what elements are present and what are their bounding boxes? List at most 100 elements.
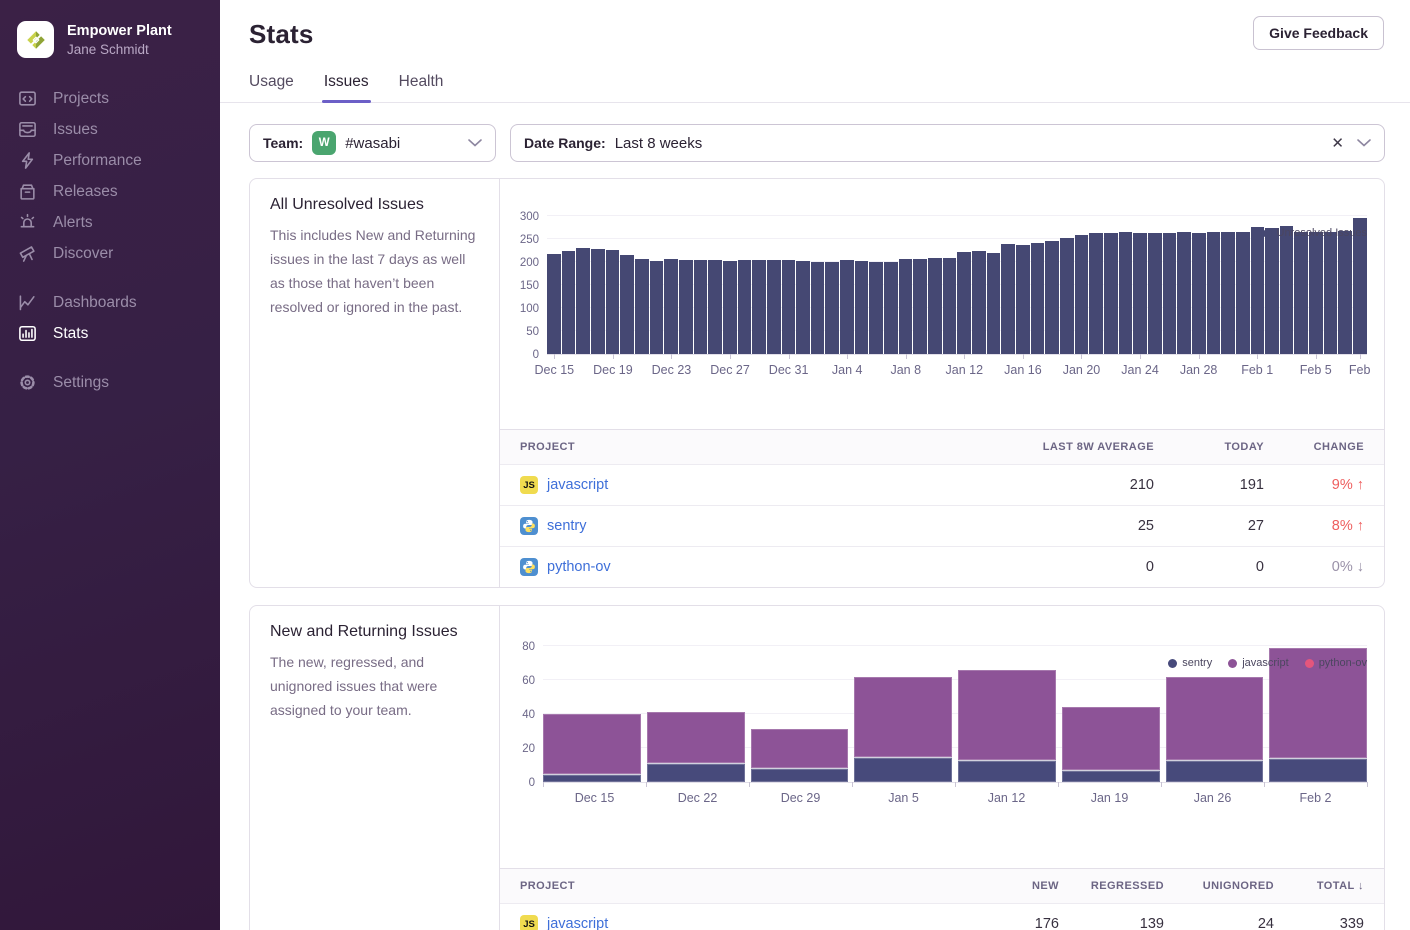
unresolved-issues-bar[interactable]	[913, 259, 927, 354]
unresolved-issues-bar[interactable]	[547, 254, 561, 354]
value-cell: 24	[1164, 916, 1274, 930]
unresolved-issues-bar[interactable]	[591, 249, 605, 354]
legend-item-python-ov[interactable]: python-ov	[1305, 657, 1367, 669]
unresolved-issues-bar[interactable]	[1338, 231, 1352, 354]
unresolved-issues-bar[interactable]	[1309, 232, 1323, 354]
unresolved-issues-bar[interactable]	[957, 252, 971, 354]
column-header-total[interactable]: TOTAL ↓	[1274, 880, 1364, 892]
clear-date-icon[interactable]: ✕	[1331, 134, 1344, 152]
unresolved-issues-bar[interactable]	[767, 260, 781, 354]
unresolved-issues-bar[interactable]	[1104, 233, 1118, 354]
project-link-javascript[interactable]: javascript	[547, 477, 608, 493]
unresolved-issues-bar[interactable]	[576, 248, 590, 354]
org-switcher[interactable]: Empower Plant Jane Schmidt	[0, 21, 220, 58]
unresolved-issues-bar[interactable]	[1163, 233, 1177, 354]
unresolved-issues-bar[interactable]	[1119, 232, 1133, 354]
unresolved-issues-bar[interactable]	[1207, 232, 1221, 354]
unresolved-issues-bar[interactable]	[694, 260, 708, 354]
stacked-bar-jan-19[interactable]	[1062, 707, 1160, 782]
unresolved-issues-bar[interactable]	[1148, 233, 1162, 354]
unresolved-issues-bar[interactable]	[738, 260, 752, 354]
date-range-value: Last 8 weeks	[615, 135, 703, 152]
unresolved-issues-bar[interactable]	[972, 251, 986, 354]
sidebar-item-projects[interactable]: Projects	[0, 83, 220, 114]
unresolved-issues-bar[interactable]	[752, 260, 766, 354]
sidebar-item-stats[interactable]: Stats	[0, 318, 220, 349]
legend-item-unresolved-issues[interactable]: Unresolved Issues	[1263, 227, 1368, 239]
legend-item-javascript[interactable]: javascript	[1228, 657, 1288, 669]
unresolved-issues-bar[interactable]	[1236, 232, 1250, 354]
tab-usage[interactable]: Usage	[249, 73, 294, 102]
unresolved-issues-bar[interactable]	[708, 260, 722, 354]
stacked-bar-dec-15[interactable]	[543, 714, 641, 782]
unresolved-issues-bar[interactable]	[782, 260, 796, 354]
legend-item-sentry[interactable]: sentry	[1168, 657, 1212, 669]
unresolved-issues-bar[interactable]	[1294, 232, 1308, 354]
unresolved-issues-bar[interactable]	[723, 261, 737, 354]
value-cell: 0	[1154, 559, 1264, 575]
unresolved-issues-bar[interactable]	[928, 258, 942, 354]
x-axis-label: Jan 16	[1004, 363, 1042, 377]
axis-tick	[1140, 354, 1141, 359]
axis-tick	[613, 354, 614, 359]
unresolved-issues-bar[interactable]	[1089, 233, 1103, 354]
sidebar-item-releases[interactable]: Releases	[0, 176, 220, 207]
unresolved-issues-bar[interactable]	[1324, 232, 1338, 354]
unresolved-issues-bar[interactable]	[1031, 243, 1045, 354]
unresolved-issues-bar[interactable]	[987, 253, 1001, 354]
column-header-project: PROJECT	[520, 441, 934, 453]
stacked-bar-jan-5[interactable]	[854, 677, 952, 782]
tab-health[interactable]: Health	[399, 73, 444, 102]
x-axis-label: Jan 26	[1194, 791, 1232, 805]
give-feedback-button[interactable]: Give Feedback	[1253, 16, 1384, 50]
unresolved-issues-bar[interactable]	[679, 260, 693, 354]
unresolved-issues-bar[interactable]	[1251, 227, 1265, 354]
unresolved-issues-bar[interactable]	[620, 255, 634, 354]
project-link-javascript[interactable]: javascript	[547, 916, 608, 930]
sidebar-item-issues[interactable]: Issues	[0, 114, 220, 145]
unresolved-issues-bar[interactable]	[811, 262, 825, 354]
sidebar-item-discover[interactable]: Discover	[0, 238, 220, 269]
date-range-selector[interactable]: Date Range: Last 8 weeks ✕	[510, 124, 1385, 162]
tab-issues[interactable]: Issues	[324, 73, 369, 102]
unresolved-issues-bar[interactable]	[1045, 241, 1059, 354]
sidebar-item-performance[interactable]: Performance	[0, 145, 220, 176]
unresolved-issues-bar[interactable]	[1177, 232, 1191, 354]
y-axis-label: 200	[495, 257, 539, 269]
sidebar-item-alerts[interactable]: Alerts	[0, 207, 220, 238]
unresolved-issues-bar[interactable]	[1060, 238, 1074, 354]
sidebar-item-settings[interactable]: Settings	[0, 367, 220, 398]
stacked-bar-jan-12[interactable]	[958, 670, 1056, 782]
project-link-sentry[interactable]: sentry	[547, 518, 587, 534]
unresolved-issues-bar[interactable]	[1016, 245, 1030, 354]
stacked-bar-jan-26[interactable]	[1166, 677, 1264, 782]
unresolved-issues-bar[interactable]	[1075, 235, 1089, 354]
unresolved-issues-bar[interactable]	[840, 260, 854, 354]
unresolved-issues-bar[interactable]	[664, 259, 678, 354]
team-selector[interactable]: Team: W #wasabi	[249, 124, 496, 162]
unresolved-issues-bar[interactable]	[943, 258, 957, 354]
unresolved-issues-bar[interactable]	[825, 262, 839, 354]
unresolved-issues-bar[interactable]	[884, 262, 898, 354]
unresolved-issues-bar[interactable]	[869, 262, 883, 354]
unresolved-issues-bar[interactable]	[796, 261, 810, 354]
unresolved-issues-bar[interactable]	[650, 261, 664, 354]
unresolved-issues-bar[interactable]	[855, 261, 869, 354]
y-axis-label: 40	[491, 709, 535, 721]
unresolved-issues-bar[interactable]	[1001, 244, 1015, 354]
sidebar-item-dashboards[interactable]: Dashboards	[0, 287, 220, 318]
unresolved-issues-bar[interactable]	[1280, 226, 1294, 354]
unresolved-issues-bar[interactable]	[562, 251, 576, 355]
stacked-bar-dec-22[interactable]	[647, 712, 745, 782]
unresolved-issues-bar[interactable]	[899, 259, 913, 354]
stacked-bar-dec-29[interactable]	[751, 729, 849, 782]
project-link-python-ov[interactable]: python-ov	[547, 559, 611, 575]
unresolved-issues-bar[interactable]	[606, 250, 620, 354]
unresolved-issues-bar[interactable]	[1133, 233, 1147, 354]
unresolved-issues-bar[interactable]	[1265, 228, 1279, 354]
unresolved-issues-bar[interactable]	[1192, 233, 1206, 354]
y-axis-label: 100	[495, 303, 539, 315]
sidebar-item-label: Releases	[53, 183, 118, 201]
unresolved-issues-bar[interactable]	[1221, 232, 1235, 354]
unresolved-issues-bar[interactable]	[635, 259, 649, 354]
